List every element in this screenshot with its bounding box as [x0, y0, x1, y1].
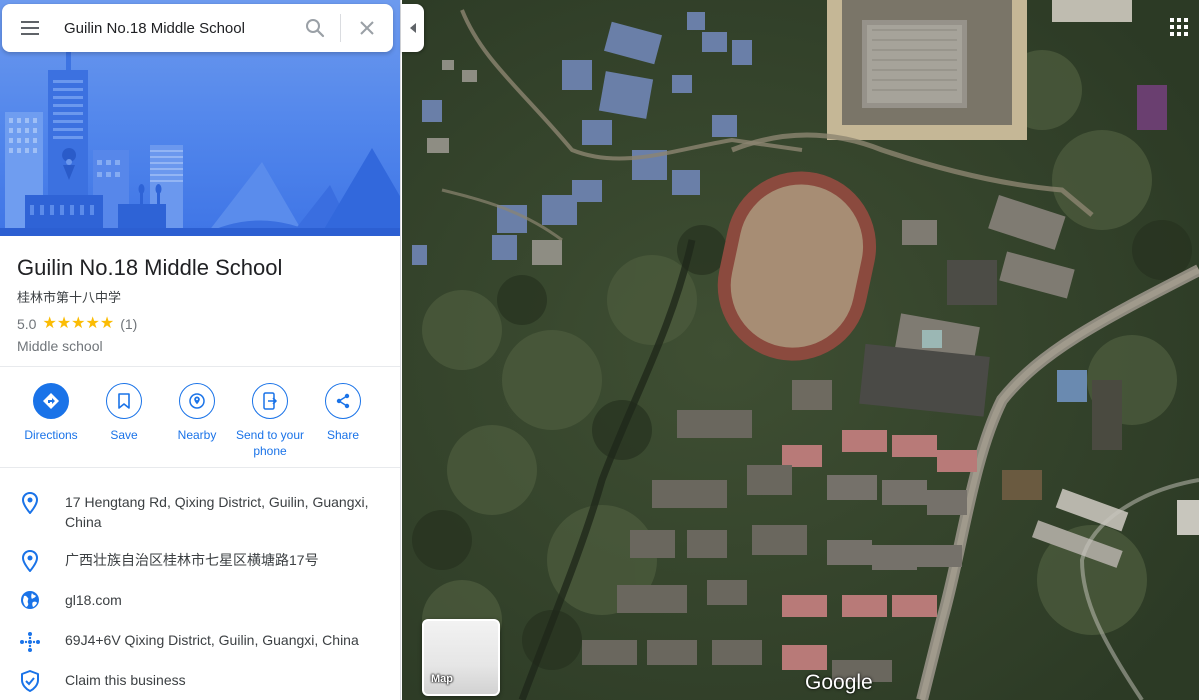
map-layer-toggle[interactable]: Map	[422, 619, 500, 696]
bookmark-icon	[106, 383, 142, 419]
address-text: 17 Hengtang Rd, Qixing District, Guilin,…	[65, 494, 369, 530]
directions-button[interactable]: Directions	[12, 383, 90, 443]
location-pin-icon	[0, 492, 60, 514]
plus-code-icon	[0, 630, 60, 654]
google-logo: Google	[805, 671, 873, 694]
share-button[interactable]: Share	[304, 383, 382, 443]
send-to-phone-icon	[252, 383, 288, 419]
send-to-phone-label: Send to your phone	[235, 428, 305, 458]
place-title: Guilin No.18 Middle School	[17, 255, 283, 280]
globe-icon	[0, 590, 60, 610]
directions-icon	[33, 383, 69, 419]
native-address-row[interactable]: 广西壮族自治区桂林市七星区横塘路17号	[0, 550, 400, 572]
save-button[interactable]: Save	[85, 383, 163, 443]
search-icon	[306, 19, 325, 38]
rating-value: 5.0	[17, 316, 37, 332]
apps-grid-icon	[1170, 18, 1188, 36]
action-buttons: Directions Save Nearby Send to your phon…	[0, 367, 400, 468]
menu-button[interactable]	[2, 4, 58, 52]
website-link[interactable]: gl18.com	[65, 590, 383, 610]
claim-business-text: Claim this business	[65, 672, 186, 688]
location-pin-icon	[0, 550, 60, 572]
satellite-imagery	[402, 0, 1199, 700]
nearby-label: Nearby	[177, 428, 217, 442]
place-header: Guilin No.18 Middle School 桂林市第十八中学 5.0 …	[0, 236, 400, 367]
search-button[interactable]	[290, 4, 340, 52]
save-label: Save	[110, 428, 138, 442]
plus-code-row[interactable]: 69J4+6V Qixing District, Guilin, Guangxi…	[0, 630, 400, 654]
place-category[interactable]: Middle school	[17, 338, 383, 354]
claim-business-row[interactable]: Claim this business	[0, 670, 400, 692]
search-box	[2, 4, 393, 52]
website-row[interactable]: gl18.com	[0, 590, 400, 610]
review-count-link[interactable]: (1)	[120, 316, 137, 332]
nearby-icon	[179, 383, 215, 419]
rating-row: 5.0 ★★★★★ (1)	[17, 315, 383, 333]
map-layer-label: Map	[431, 673, 453, 685]
nearby-button[interactable]: Nearby	[158, 383, 236, 443]
share-label: Share	[326, 428, 360, 442]
collapse-panel-button[interactable]	[401, 4, 424, 52]
shield-check-icon	[0, 670, 60, 692]
clear-search-button[interactable]	[341, 4, 393, 52]
star-rating-icon: ★★★★★	[42, 315, 115, 332]
native-address-text: 广西壮族自治区桂林市七星区横塘路17号	[65, 552, 319, 568]
apps-button[interactable]	[1164, 12, 1194, 42]
address-row[interactable]: 17 Hengtang Rd, Qixing District, Guilin,…	[0, 492, 400, 532]
satellite-map[interactable]: Map Google	[402, 0, 1199, 700]
place-panel: Guilin No.18 Middle School 桂林市第十八中学 5.0 …	[0, 0, 401, 700]
close-icon	[360, 21, 374, 35]
search-input[interactable]	[58, 4, 290, 52]
menu-icon	[21, 21, 39, 35]
send-to-phone-button[interactable]: Send to your phone	[231, 383, 309, 459]
caret-left-icon	[409, 23, 416, 33]
place-native-name: 桂林市第十八中学	[17, 290, 122, 305]
directions-label: Directions	[24, 428, 78, 442]
plus-code-text: 69J4+6V Qixing District, Guilin, Guangxi…	[65, 632, 359, 648]
share-icon	[325, 383, 361, 419]
